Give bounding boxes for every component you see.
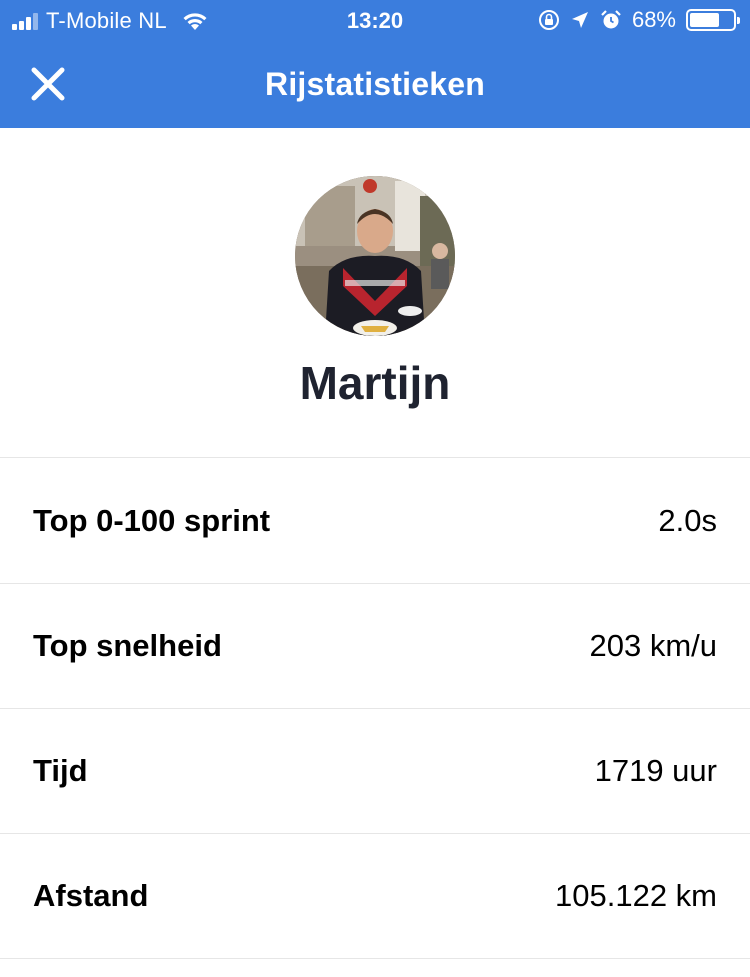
stat-row-sprint: Top 0-100 sprint 2.0s (0, 459, 750, 584)
alarm-icon (601, 10, 621, 29)
stat-row-top-speed: Top snelheid 203 km/u (0, 584, 750, 709)
stat-value: 105.122 km (555, 878, 717, 913)
stat-label: Top 0-100 sprint (33, 503, 271, 538)
status-bar: T-Mobile NL 13:20 68% (0, 0, 750, 40)
stat-label: Tijd (33, 753, 88, 788)
stat-row-distance: Afstand 105.122 km (0, 834, 750, 959)
stat-label: Afstand (33, 878, 149, 913)
stat-row-time: Tijd 1719 uur (0, 709, 750, 834)
stats-list: Top 0-100 sprint 2.0s Top snelheid 203 k… (0, 459, 750, 959)
page-title: Rijstatistieken (265, 66, 485, 102)
rotation-lock-icon (538, 10, 559, 30)
nav-bar: Rijstatistieken (0, 40, 750, 128)
stat-label: Top snelheid (33, 628, 222, 663)
stat-value: 1719 uur (594, 753, 717, 788)
battery-fill (690, 13, 719, 27)
profile-name: Martijn (299, 357, 451, 409)
status-right: 68% (538, 7, 740, 33)
avatar (295, 176, 455, 336)
location-icon (571, 12, 588, 28)
battery-icon (686, 9, 740, 31)
battery-percent: 68% (631, 7, 676, 32)
stat-value: 2.0s (658, 503, 717, 538)
stat-value: 203 km/u (589, 628, 717, 663)
profile-section: Martijn (0, 128, 750, 458)
